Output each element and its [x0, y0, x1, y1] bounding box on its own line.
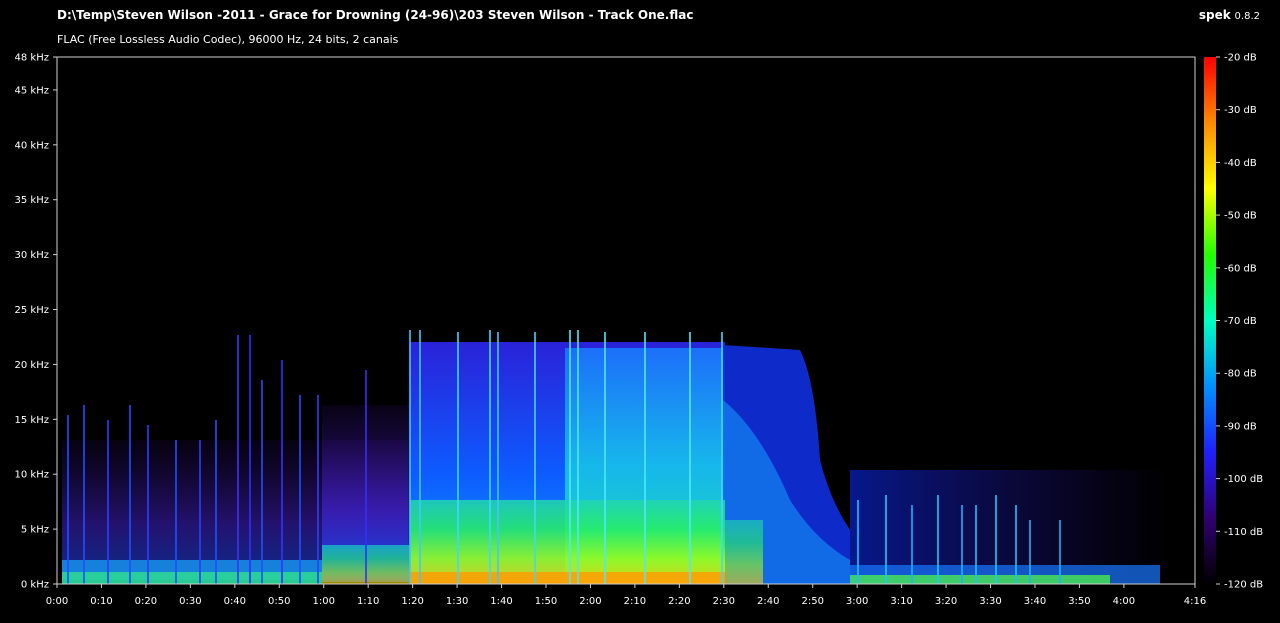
db-tick-label: -80 dB	[1224, 369, 1257, 380]
time-tick-label: 0:50	[268, 596, 290, 607]
db-tick-label: -70 dB	[1224, 316, 1257, 327]
time-tick-label: 2:50	[801, 596, 823, 607]
time-tick-label: 0:30	[179, 596, 201, 607]
freq-tick-label: 20 kHz	[15, 360, 49, 371]
freq-tick-label: 30 kHz	[15, 250, 49, 261]
db-colorbar	[1204, 57, 1216, 584]
time-tick-label: 2:40	[757, 596, 779, 607]
db-tick-label: -40 dB	[1224, 158, 1257, 169]
time-tick-label: 1:10	[357, 596, 379, 607]
time-tick-label: 0:00	[46, 596, 68, 607]
time-tick-label: 3:10	[890, 596, 912, 607]
time-tick-label: 2:30	[713, 596, 735, 607]
freq-tick-label: 10 kHz	[15, 470, 49, 481]
time-tick-label: 2:00	[579, 596, 601, 607]
spectrogram-plot: 0 kHz 5 kHz 10 kHz 15 kHz 20 kHz 25 kHz 30 kHz…	[15, 53, 1264, 608]
time-tick-label: 3:30	[979, 596, 1001, 607]
time-tick-label: 2:20	[668, 596, 690, 607]
time-tick-label: 0:10	[90, 596, 112, 607]
freq-tick-label: 25 kHz	[15, 305, 49, 316]
frequency-axis: 0 kHz 5 kHz 10 kHz 15 kHz 20 kHz 25 kHz 30 kHz…	[15, 53, 57, 591]
time-tick-label: 4:00	[1113, 596, 1135, 607]
time-axis: 0:00 0:10 0:20 0:30 0:40 0:50 1:00 1:10 1:20 1:30…	[46, 584, 1206, 607]
time-tick-label: 1:20	[401, 596, 423, 607]
time-tick-label: 4:16	[1184, 596, 1206, 607]
freq-tick-label: 48 kHz	[15, 53, 49, 64]
db-tick-label: -100 dB	[1224, 474, 1263, 485]
db-scale-axis: -20 dB -30 dB -40 dB -50 dB -60 dB -70 dB -80 …	[1216, 53, 1263, 591]
time-tick-label: 3:00	[846, 596, 868, 607]
db-tick-label: -30 dB	[1224, 105, 1257, 116]
time-tick-label: 3:50	[1068, 596, 1090, 607]
freq-tick-label: 40 kHz	[15, 140, 49, 151]
freq-tick-label: 15 kHz	[15, 415, 49, 426]
freq-tick-label: 45 kHz	[15, 85, 49, 96]
time-tick-label: 1:30	[446, 596, 468, 607]
db-tick-label: -50 dB	[1224, 211, 1257, 222]
time-tick-label: 1:00	[312, 596, 334, 607]
spectrogram-image	[62, 330, 1170, 584]
freq-tick-label: 0 kHz	[21, 580, 49, 591]
db-tick-label: -90 dB	[1224, 421, 1257, 432]
freq-tick-label: 5 kHz	[21, 525, 49, 536]
db-tick-label: -60 dB	[1224, 263, 1257, 274]
db-tick-label: -20 dB	[1224, 53, 1257, 64]
time-tick-label: 2:10	[624, 596, 646, 607]
db-tick-label: -110 dB	[1224, 527, 1263, 538]
time-tick-label: 0:20	[135, 596, 157, 607]
time-tick-label: 1:40	[490, 596, 512, 607]
freq-tick-label: 35 kHz	[15, 195, 49, 206]
time-tick-label: 3:40	[1024, 596, 1046, 607]
time-tick-label: 3:20	[935, 596, 957, 607]
time-tick-label: 0:40	[224, 596, 246, 607]
db-tick-label: -120 dB	[1224, 580, 1263, 591]
time-tick-label: 1:50	[535, 596, 557, 607]
